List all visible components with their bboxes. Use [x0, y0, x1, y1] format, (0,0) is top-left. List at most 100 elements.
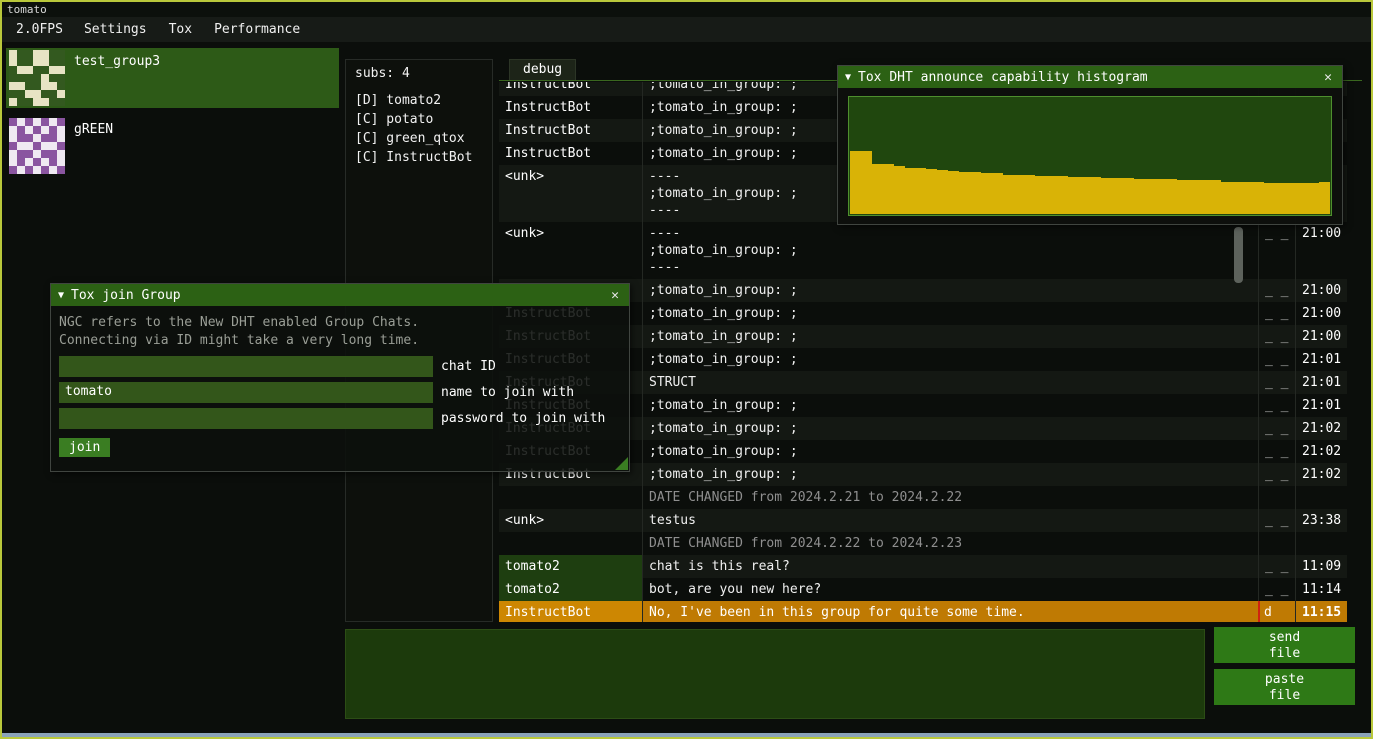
- histogram-bar: [937, 170, 948, 214]
- avatar-pixel: [49, 142, 57, 150]
- group-item-test_group3[interactable]: test_group3: [6, 48, 339, 108]
- avatar-pixel: [25, 98, 33, 106]
- chat-author: InstructBot: [499, 601, 642, 622]
- app-window: tomato 2.0FPS SettingsToxPerformance tes…: [0, 0, 1373, 739]
- tab-debug[interactable]: debug: [509, 59, 576, 80]
- message-input[interactable]: [345, 629, 1205, 719]
- menu-item-settings[interactable]: Settings: [73, 19, 158, 40]
- histogram-bar: [1155, 179, 1166, 214]
- chat-message-time: [1295, 532, 1347, 555]
- collapse-arrow-icon[interactable]: ▼: [58, 290, 64, 301]
- chat-message-row[interactable]: <unk>testus_ _23:38: [499, 509, 1347, 532]
- chat-message-time: 23:38: [1295, 509, 1347, 532]
- group-name: gREEN: [74, 118, 113, 174]
- avatar-pixel: [17, 58, 25, 66]
- chat-message-row[interactable]: tomato2bot, are you new here?_ _11:14: [499, 578, 1347, 601]
- chat-id-input[interactable]: [59, 356, 433, 377]
- histogram-bar: [970, 172, 981, 214]
- avatar-pixel: [49, 82, 57, 90]
- join-window-titlebar[interactable]: ▼ Tox join Group ✕: [51, 284, 629, 306]
- window-titlebar[interactable]: tomato: [2, 2, 1371, 17]
- chat-date-row[interactable]: DATE CHANGED from 2024.2.22 to 2024.2.23: [499, 532, 1347, 555]
- avatar-pixel: [25, 150, 33, 158]
- chat-message-time: 21:02: [1295, 417, 1347, 440]
- chat-date-row[interactable]: DATE CHANGED from 2024.2.21 to 2024.2.22: [499, 486, 1347, 509]
- avatar-pixel: [57, 66, 65, 74]
- avatar-pixel: [25, 134, 33, 142]
- fps-counter: 2.0FPS: [6, 19, 73, 40]
- avatar-pixel: [17, 98, 25, 106]
- chat-author: <unk>: [499, 222, 642, 279]
- avatar-pixel: [49, 126, 57, 134]
- chat-message-time: 21:00: [1295, 302, 1347, 325]
- histogram-window: ▼ Tox DHT announce capability histogram …: [837, 65, 1343, 225]
- chat-message-text: No, I've been in this group for quite so…: [642, 601, 1258, 622]
- avatar-pixel: [9, 74, 17, 82]
- chat-author: InstructBot: [499, 82, 642, 96]
- paste-file-button[interactable]: paste file: [1214, 669, 1355, 705]
- member-item-tomato2[interactable]: [D] tomato2: [346, 91, 492, 110]
- chat-scrollbar-thumb[interactable]: [1234, 227, 1243, 283]
- join-field-row: chat ID: [59, 356, 621, 377]
- avatar-pixel: [17, 126, 25, 134]
- histogram-bar: [1166, 179, 1177, 214]
- avatar-pixel: [57, 150, 65, 158]
- avatar-pixel: [57, 74, 65, 82]
- chat-author: tomato2: [499, 555, 642, 578]
- avatar-pixel: [9, 142, 17, 150]
- avatar-pixel: [17, 134, 25, 142]
- histogram-bar: [1177, 180, 1188, 214]
- chat-message-time: 11:14: [1295, 578, 1347, 601]
- join-info-line: Connecting via ID might take a very long…: [59, 333, 621, 348]
- collapse-arrow-icon[interactable]: ▼: [845, 72, 851, 83]
- chat-message-row[interactable]: tomato2chat is this real?_ _11:09: [499, 555, 1347, 578]
- chat-author: [499, 486, 642, 509]
- histogram-bar: [1264, 183, 1275, 214]
- join-button[interactable]: join: [59, 438, 110, 457]
- chat-message-time: 21:01: [1295, 348, 1347, 371]
- member-item-InstructBot[interactable]: [C] InstructBot: [346, 148, 492, 167]
- avatar-pixel: [41, 74, 49, 82]
- send-file-button[interactable]: send file: [1214, 627, 1355, 663]
- member-item-green_qtox[interactable]: [C] green_qtox: [346, 129, 492, 148]
- histogram-bar: [1134, 179, 1145, 214]
- chat-message-row[interactable]: InstructBotNo, I've been in this group f…: [499, 601, 1347, 622]
- avatar-pixel: [49, 158, 57, 166]
- histogram-bar: [1254, 182, 1265, 214]
- avatar-pixel: [49, 66, 57, 74]
- menu-bar: 2.0FPS SettingsToxPerformance: [2, 17, 1371, 42]
- avatar-pixel: [9, 66, 17, 74]
- join-password-label: password to join with: [441, 411, 605, 426]
- join-name-input[interactable]: tomato: [59, 382, 433, 403]
- chat-message-flags: _ _: [1258, 578, 1295, 601]
- chat-message-text: ;tomato_in_group: ;: [642, 440, 1258, 463]
- join-password-input[interactable]: [59, 408, 433, 429]
- resize-grip-icon[interactable]: [615, 457, 628, 470]
- avatar-pixel: [9, 90, 17, 98]
- avatar-pixel: [57, 90, 65, 98]
- avatar-pixel: [33, 50, 41, 58]
- menu-item-tox[interactable]: Tox: [158, 19, 203, 40]
- menu-item-performance[interactable]: Performance: [203, 19, 311, 40]
- histogram-window-titlebar[interactable]: ▼ Tox DHT announce capability histogram …: [838, 66, 1342, 88]
- join-window-title: Tox join Group: [71, 288, 181, 303]
- chat-message-text: ;tomato_in_group: ;: [642, 279, 1258, 302]
- chat-message-flags: _ _: [1258, 463, 1295, 486]
- avatar-pixel: [57, 142, 65, 150]
- close-icon[interactable]: ✕: [608, 288, 622, 303]
- histogram-window-title: Tox DHT announce capability histogram: [858, 70, 1148, 85]
- histogram-bar: [1101, 178, 1112, 214]
- avatar-pixel: [33, 150, 41, 158]
- group-list: test_group3 gREEN: [6, 48, 339, 184]
- member-item-potato[interactable]: [C] potato: [346, 110, 492, 129]
- avatar-pixel: [57, 118, 65, 126]
- avatar-pixel: [41, 66, 49, 74]
- chat-message-row[interactable]: <unk>---- ;tomato_in_group: ; ----_ _21:…: [499, 222, 1347, 279]
- close-icon[interactable]: ✕: [1321, 70, 1335, 85]
- histogram-bar: [1057, 176, 1068, 214]
- histogram-bar: [915, 168, 926, 214]
- chat-message-time: 21:01: [1295, 371, 1347, 394]
- chat-message-time: 21:02: [1295, 440, 1347, 463]
- group-item-gREEN[interactable]: gREEN: [6, 116, 339, 176]
- histogram-bar: [981, 173, 992, 214]
